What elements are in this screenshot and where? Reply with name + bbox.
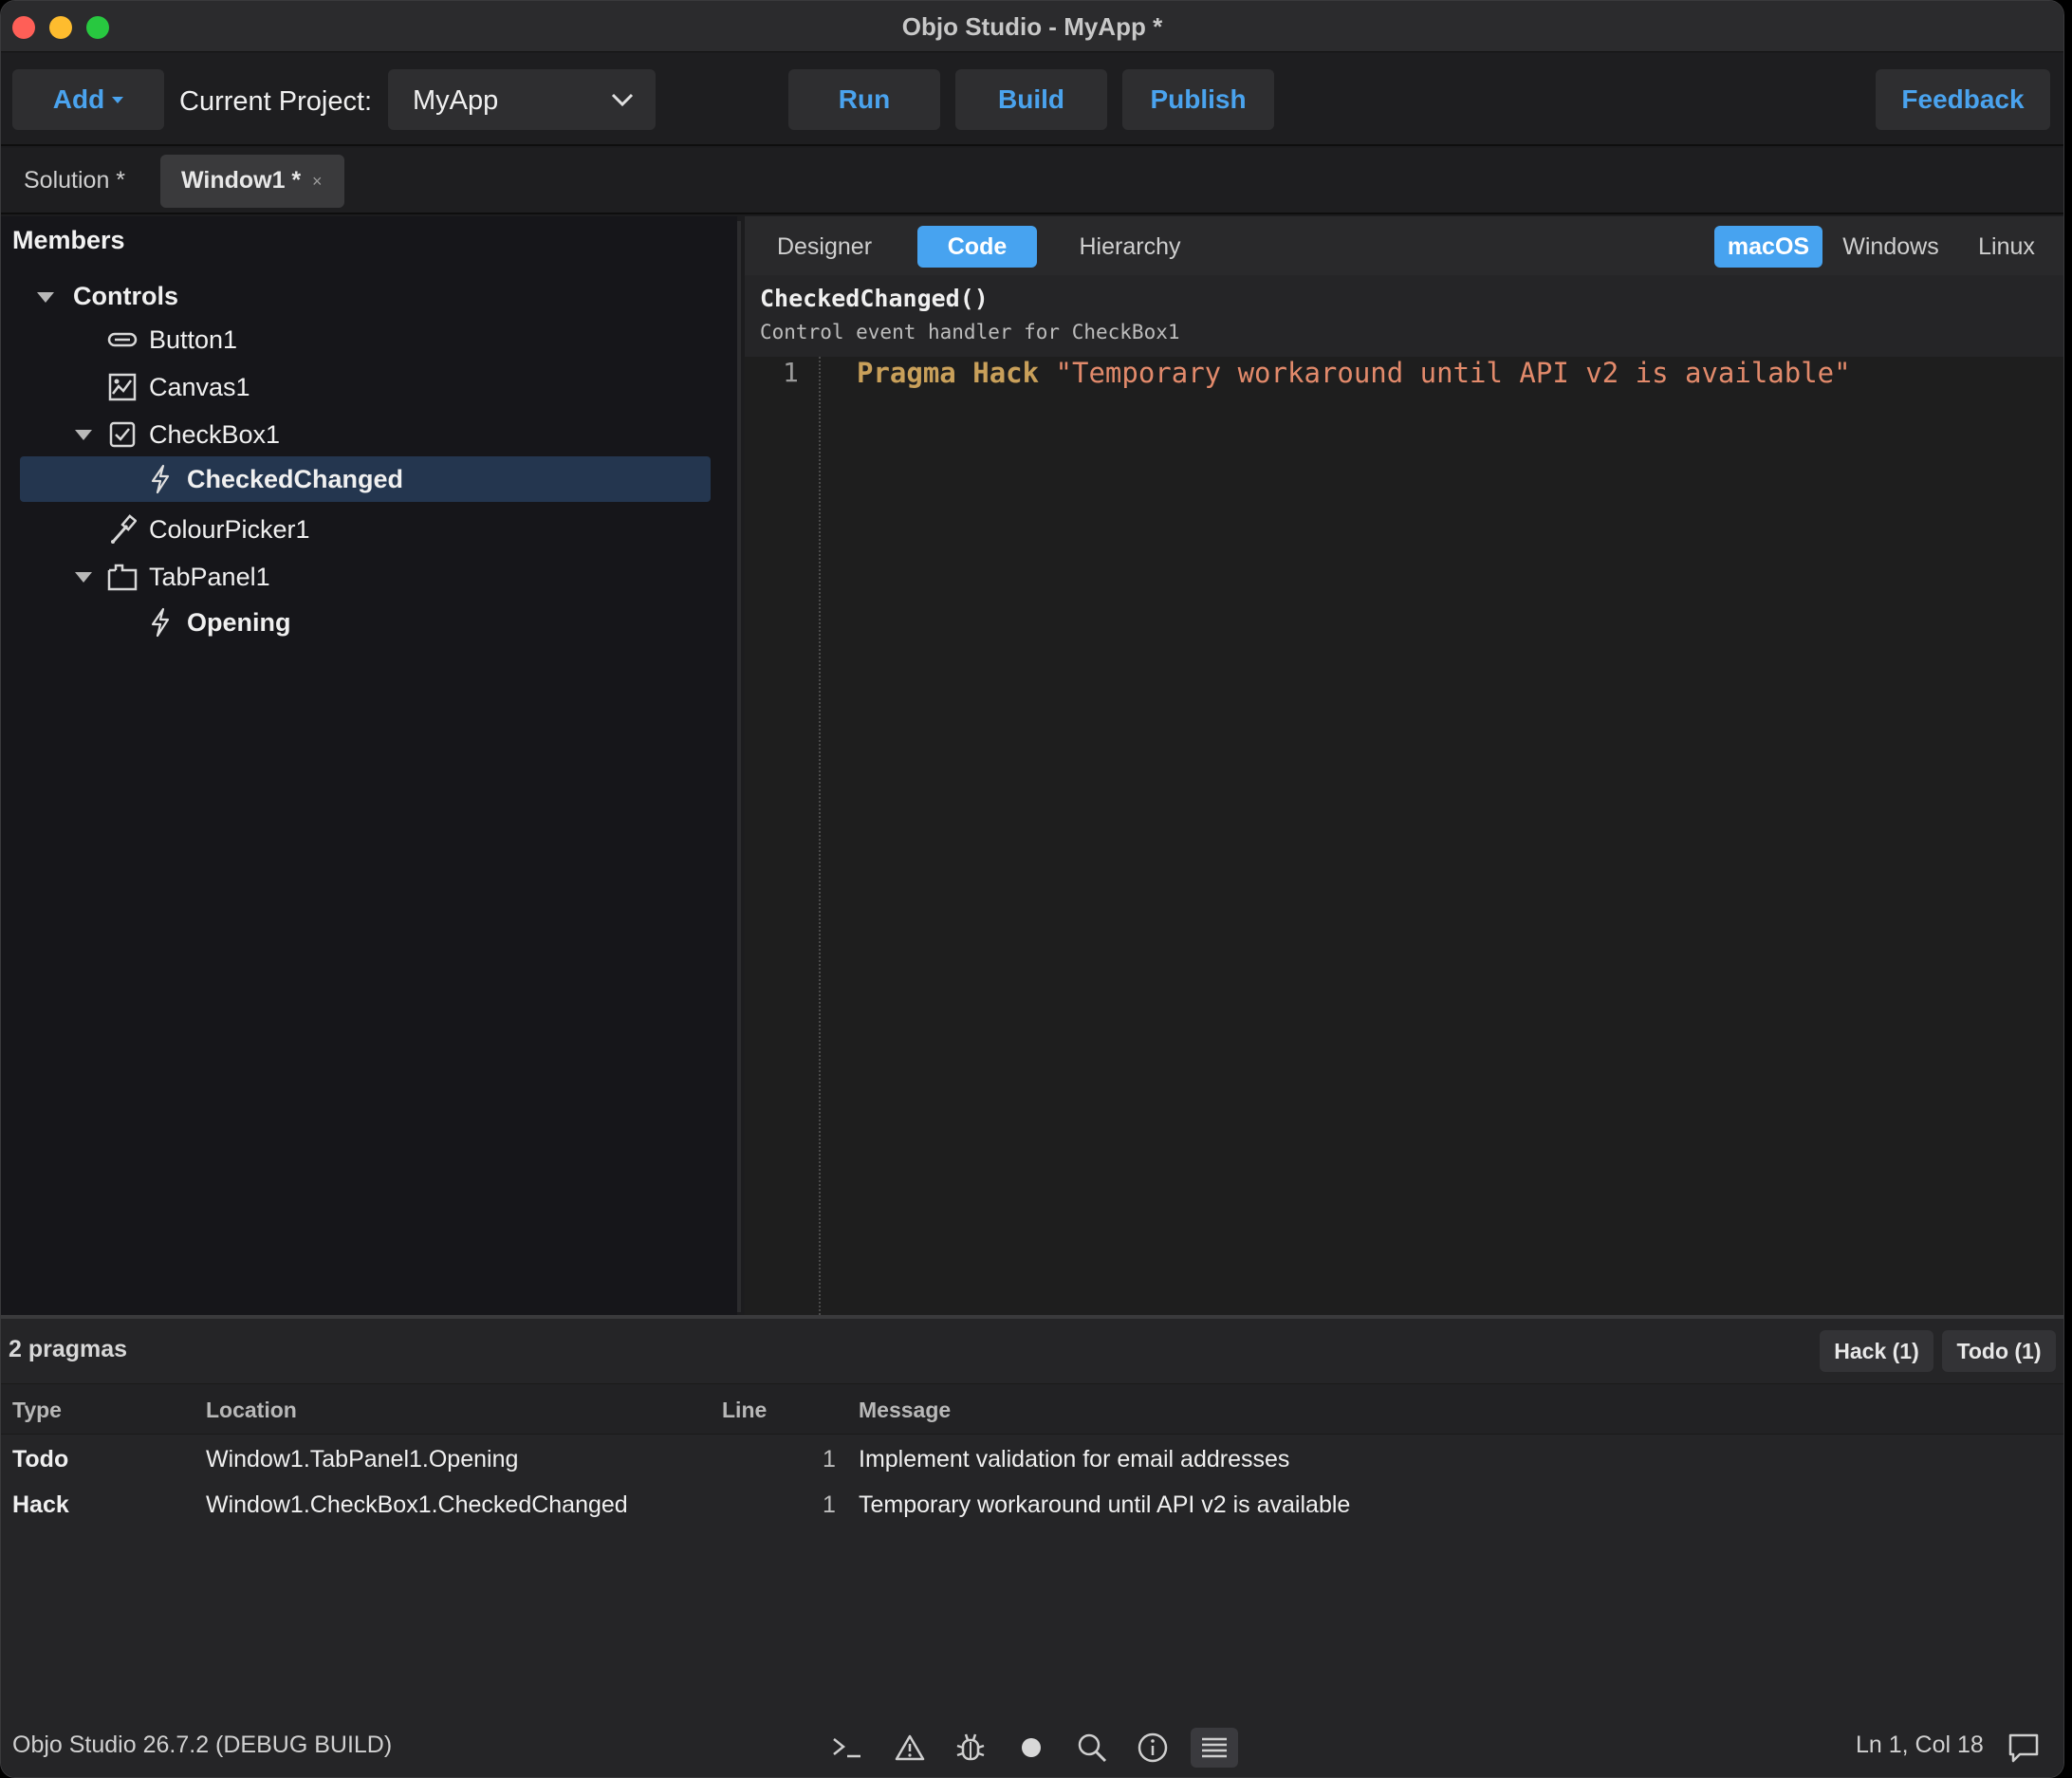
add-button[interactable]: Add <box>12 69 164 130</box>
tree-item-button1[interactable]: Button1 <box>107 317 237 362</box>
build-button[interactable]: Build <box>955 69 1107 130</box>
cursor-position: Ln 1, Col 18 <box>1856 1732 1984 1758</box>
platform-tab-linux[interactable]: Linux <box>1959 226 2054 268</box>
project-select-value: MyApp <box>413 85 499 116</box>
tree-item-label: CheckedChanged <box>187 464 404 493</box>
current-project-label: Current Project: <box>179 86 373 117</box>
tab-solution[interactable]: Solution * <box>24 167 125 194</box>
event-bolt-icon <box>145 464 176 494</box>
keyword-pragma: Pragma <box>857 357 956 389</box>
column-header-line[interactable]: Line <box>722 1398 767 1423</box>
line-number: 1 <box>783 357 799 388</box>
feedback-button[interactable]: Feedback <box>1876 69 2050 130</box>
tree-group-label: Controls <box>73 281 178 310</box>
cell-type: Hack <box>12 1491 69 1518</box>
column-header-type[interactable]: Type <box>12 1398 62 1423</box>
search-icon[interactable] <box>1071 1728 1113 1768</box>
tree-group-controls[interactable]: Controls <box>73 273 178 319</box>
table-header: Type Location Line Message <box>1 1383 2063 1435</box>
colour-picker-icon <box>107 514 138 545</box>
platform-tab-macos[interactable]: macOS <box>1714 226 1822 268</box>
toolbar: Add Current Project: MyApp Run Build Pub… <box>1 53 2063 146</box>
debug-bug-icon[interactable] <box>950 1728 991 1768</box>
cell-message: Temporary workaround until API v2 is ava… <box>859 1491 1351 1518</box>
chevron-down-icon <box>611 93 634 107</box>
cell-type: Todo <box>12 1446 69 1472</box>
view-tabs: Designer Code Hierarchy macOS Windows Li… <box>745 216 2063 275</box>
cell-location: Window1.CheckBox1.CheckedChanged <box>206 1491 628 1518</box>
add-button-label: Add <box>52 84 105 114</box>
event-bolt-icon <box>145 607 176 638</box>
pragma-count: 2 pragmas <box>9 1336 128 1362</box>
log-lines-icon[interactable] <box>1191 1728 1238 1768</box>
tree-item-canvas1[interactable]: Canvas1 <box>107 364 250 410</box>
column-header-message[interactable]: Message <box>859 1398 951 1423</box>
chat-bubble-icon[interactable] <box>2003 1728 2044 1768</box>
method-signature: CheckedChanged() <box>760 285 989 312</box>
table-row[interactable]: Todo Window1.TabPanel1.Opening 1 Impleme… <box>1 1436 2063 1482</box>
record-icon[interactable] <box>1010 1728 1052 1768</box>
platform-tab-windows[interactable]: Windows <box>1834 226 1948 268</box>
info-icon[interactable] <box>1132 1728 1174 1768</box>
tree-item-colourpicker1[interactable]: ColourPicker1 <box>107 507 310 552</box>
tree-item-label: Canvas1 <box>149 372 250 401</box>
tree-item-label: TabPanel1 <box>149 562 270 591</box>
tab-hierarchy[interactable]: Hierarchy <box>1054 226 1206 268</box>
hack-filter-button[interactable]: Hack (1) <box>1820 1330 1933 1372</box>
tree-item-label: Button1 <box>149 324 238 354</box>
todo-filter-button[interactable]: Todo (1) <box>1942 1330 2056 1372</box>
editor-panel: Designer Code Hierarchy macOS Windows Li… <box>745 216 2063 1315</box>
method-signature-header: CheckedChanged() Control event handler f… <box>745 275 2063 357</box>
app-window: Objo Studio - MyApp * Add Current Projec… <box>0 0 2064 1778</box>
method-description: Control event handler for CheckBox1 <box>760 321 1180 343</box>
warning-icon[interactable] <box>889 1728 931 1768</box>
code-editor[interactable]: 1 Pragma Hack "Temporary workaround unti… <box>745 357 2063 1315</box>
disclosure-triangle-icon[interactable] <box>75 430 92 440</box>
title-bar: Objo Studio - MyApp * <box>1 1 2063 52</box>
members-title: Members <box>12 226 125 254</box>
disclosure-triangle-icon[interactable] <box>37 292 54 303</box>
project-select[interactable]: MyApp <box>388 69 656 130</box>
cell-line: 1 <box>823 1446 836 1472</box>
canvas-icon <box>107 372 138 402</box>
caret-down-icon <box>112 96 124 103</box>
string-literal: "Temporary workaround until API v2 is av… <box>1055 357 1851 389</box>
keyword-hack: Hack <box>972 357 1040 389</box>
tree-item-label: CheckBox1 <box>149 419 281 449</box>
members-panel: Members Controls Button1 Canvas1 CheckBo… <box>1 216 737 1315</box>
terminal-icon[interactable] <box>826 1728 868 1768</box>
tab-panel-icon <box>107 562 138 592</box>
close-tab-icon[interactable]: × <box>312 172 323 192</box>
cell-line: 1 <box>823 1491 836 1518</box>
panel-splitter[interactable] <box>737 221 741 1312</box>
cell-location: Window1.TabPanel1.Opening <box>206 1446 519 1472</box>
status-bar: Objo Studio 26.7.2 (DEBUG BUILD) Ln 1, C… <box>1 1716 2063 1777</box>
tree-item-opening[interactable]: Opening <box>145 600 291 645</box>
code-line[interactable]: Pragma Hack "Temporary workaround until … <box>857 357 1851 389</box>
document-tabs: Solution * Window1 * × <box>1 148 2063 214</box>
tree-item-label: ColourPicker1 <box>149 514 310 544</box>
cell-message: Implement validation for email addresses <box>859 1446 1290 1472</box>
disclosure-triangle-icon[interactable] <box>75 572 92 583</box>
table-row[interactable]: Hack Window1.CheckBox1.CheckedChanged 1 … <box>1 1482 2063 1528</box>
tree-item-tabpanel1[interactable]: TabPanel1 <box>107 554 270 600</box>
button-icon <box>107 324 138 355</box>
tab-window1-label: Window1 * <box>181 167 302 194</box>
gutter-divider <box>819 357 821 1315</box>
window-title: Objo Studio - MyApp * <box>901 12 1163 41</box>
tree-item-checkedchanged[interactable]: CheckedChanged <box>145 456 403 502</box>
publish-button[interactable]: Publish <box>1122 69 1274 130</box>
run-button[interactable]: Run <box>788 69 940 130</box>
column-header-location[interactable]: Location <box>206 1398 297 1423</box>
pragmas-panel: 2 pragmas Hack (1) Todo (1) Type Locatio… <box>1 1319 2063 1777</box>
tree-item-checkbox1[interactable]: CheckBox1 <box>107 412 280 457</box>
tab-code[interactable]: Code <box>917 226 1037 268</box>
version-text: Objo Studio 26.7.2 (DEBUG BUILD) <box>12 1732 393 1758</box>
tab-designer[interactable]: Designer <box>766 226 883 268</box>
checkbox-icon <box>107 419 138 450</box>
tree-item-label: Opening <box>187 607 291 637</box>
tab-window1[interactable]: Window1 * × <box>160 155 344 208</box>
